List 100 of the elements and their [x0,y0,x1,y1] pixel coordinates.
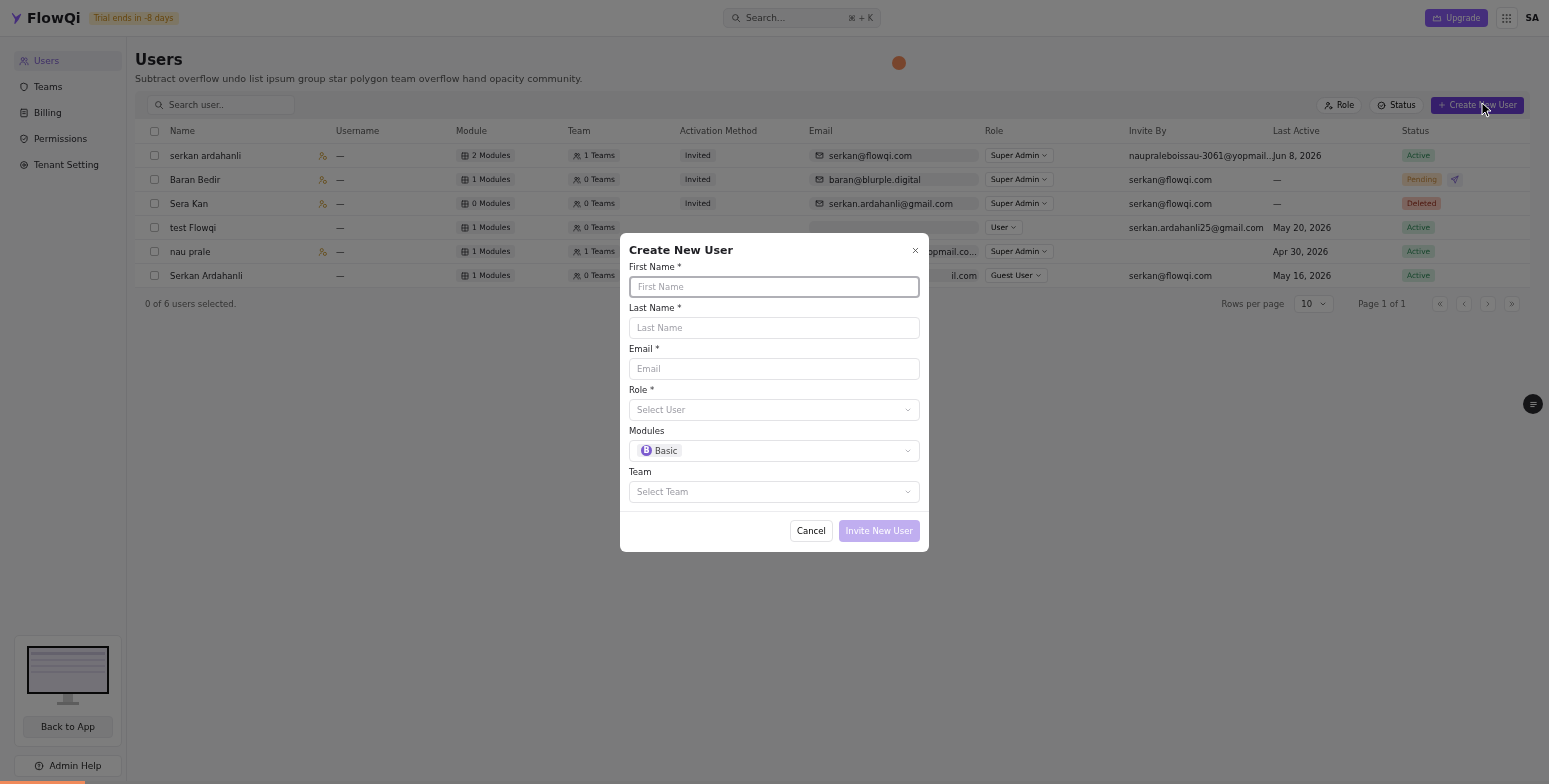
user-search-field[interactable]: Search user.. [147,95,295,115]
first-page-button[interactable] [1432,296,1448,312]
grid-icon [461,175,469,184]
column-header: Status [1402,126,1430,136]
sidebar-item[interactable]: Billing [14,103,122,123]
sidebar-item[interactable]: Users [14,51,122,71]
row-checkbox[interactable] [150,247,159,256]
last-active: May 20, 2026 [1273,222,1332,233]
admin-help-button[interactable]: Admin Help [14,755,122,777]
sidebar-item[interactable]: Permissions [14,129,122,149]
chevron-down-icon [1041,176,1049,183]
users-icon [573,271,581,280]
cancel-button[interactable]: Cancel [790,519,833,542]
chevron-down-icon [1034,272,1042,279]
record-dot-icon [892,56,906,70]
chevron-down-icon [1319,300,1328,308]
selection-count: 0 of 6 users selected. [145,299,237,309]
back-to-app-button[interactable]: Back to App [23,716,113,738]
column-header: Username [336,126,380,136]
check-circle-icon [1377,100,1387,110]
page-subtitle: Subtract overflow undo list ipsum group star polygon team overflow hand opacity community. [135,73,584,84]
last-active: May 16, 2026 [1273,270,1332,281]
multi-select-field[interactable]: B Basic [629,439,920,462]
users-icon [573,223,581,232]
user-name: Sera Kan [170,198,210,209]
email-chip: serkan.ardahanli@gmail.com [809,197,979,210]
email-chip: baran@blurple.digital [809,173,979,186]
filter-button[interactable]: Role [1315,96,1363,114]
username: — [336,174,345,185]
close-button[interactable] [911,245,920,255]
last-page-button[interactable] [1504,296,1520,312]
field-label: Team [629,466,653,477]
trial-badge: Trial ends in -8 days [88,11,179,25]
user-name: Baran Bedir [170,174,222,185]
sidebar-item[interactable]: Tenant Setting [14,155,122,175]
column-header: Module [456,126,487,136]
row-checkbox[interactable] [150,151,159,160]
row-checkbox[interactable] [150,175,159,184]
username: — [336,198,345,209]
filter-button[interactable]: Status [1369,96,1424,114]
row-checkbox[interactable] [150,271,159,280]
chevron-down-icon [1041,248,1049,255]
invited-by: serkan.ardahanli25@gmail.com [1129,222,1264,233]
apps-grid-button[interactable] [1495,7,1518,29]
username: — [336,246,345,257]
global-search-field[interactable]: Search... ⌘ + K [722,8,881,28]
grid-icon [461,247,469,256]
text-field[interactable]: First Name [629,275,920,298]
column-header: Team [568,126,591,136]
bird-logo-icon [10,11,23,25]
user-avatar[interactable]: SA [1525,13,1539,23]
grid-icon [461,223,469,232]
previous-page-button[interactable] [1456,296,1472,312]
users-icon [573,247,581,256]
field-label: Modules [629,425,666,436]
field-label: Last Name * [629,302,683,313]
crown-icon [1432,13,1443,23]
upgrade-button[interactable]: Upgrade [1425,9,1488,27]
row-checkbox[interactable] [150,199,159,208]
rows-per-page-label: Rows per page [1221,299,1285,309]
users-icon [573,175,581,184]
shield-icon [19,82,29,92]
field-label: First Name * [629,261,683,272]
close-icon [911,245,920,255]
page-indicator: Page 1 of 1 [1358,299,1406,309]
column-header: Role [985,126,1004,136]
mail-icon [815,151,824,160]
select-field[interactable]: Select Team [629,480,920,503]
module-chip[interactable]: B Basic [637,444,682,457]
rows-per-page-select[interactable]: 10 [1294,295,1335,313]
username: — [336,222,345,233]
mail-icon [815,199,824,208]
dialog-title: Create New User [629,243,733,257]
select-field[interactable]: Select User [629,398,920,421]
invited-by: serkan@flowqi.com [1129,174,1213,185]
next-page-button[interactable] [1480,296,1496,312]
last-active: Apr 30, 2026 [1273,246,1329,257]
chevron-icon [1508,300,1516,308]
chevron-down-icon [1010,224,1018,231]
brand-name: FlowQi [27,10,81,26]
resend-button[interactable] [1447,172,1463,187]
column-header: Last Active [1273,126,1320,136]
email-chip: serkan@flowqi.com [809,149,979,162]
floating-menu-button[interactable] [1523,394,1543,414]
search-icon [154,100,164,110]
column-header: Email [809,126,833,136]
select-all-checkbox[interactable] [150,126,159,136]
gear-icon [19,160,29,170]
chevron-icon [1436,300,1444,308]
column-header: Invite By [1129,126,1167,136]
last-active: Jun 8, 2026 [1273,150,1322,161]
field-label: Email * [629,343,661,354]
grid-icon [461,199,469,208]
send-icon [1450,175,1460,184]
shield-check-icon [19,134,29,144]
page-title: Users [135,51,183,69]
sidebar-item[interactable]: Teams [14,77,122,97]
grid-icon [461,271,469,280]
row-checkbox[interactable] [150,223,159,232]
last-active: — [1273,174,1282,185]
